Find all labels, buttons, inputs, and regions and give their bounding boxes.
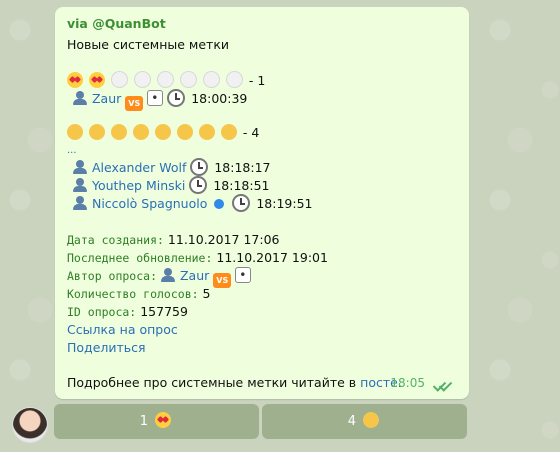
- vote-button-count: 4: [347, 414, 357, 429]
- updated-label: Последнее обновление:: [67, 251, 213, 265]
- thinking-face-icon: [220, 124, 237, 140]
- voter-name[interactable]: Zaur: [92, 91, 121, 106]
- footer-row: Подробнее про системные метки читайте в …: [67, 374, 402, 392]
- apple-icon: [214, 199, 225, 209]
- share-link[interactable]: Поделиться: [67, 339, 146, 357]
- thinking-face-icon: [132, 124, 149, 140]
- vote-button-heart[interactable]: 1: [54, 404, 259, 439]
- thinking-face-icon: [110, 124, 127, 140]
- votes-value: 5: [202, 286, 211, 301]
- thinking-face-icon: [198, 124, 215, 140]
- user-icon: [73, 196, 87, 210]
- id-row: ID опроса: 157759: [67, 303, 188, 321]
- updated-row: Последнее обновление: 11.10.2017 19:01: [67, 249, 328, 267]
- die-icon: [235, 266, 252, 284]
- vote-time: 18:18:51: [213, 178, 270, 193]
- voter-name[interactable]: Niccolò Spagnuolo: [92, 196, 207, 211]
- updated-value: 11.10.2017 19:01: [216, 250, 328, 265]
- thinking-face-icon: [154, 124, 171, 140]
- avatar[interactable]: [12, 407, 48, 443]
- vs-icon: VS: [213, 273, 232, 288]
- poll-row-1-voter: Zaur VS 18:00:39: [73, 89, 247, 111]
- vs-icon: VS: [125, 96, 144, 111]
- message-bubble: via @QuanBot Новые системные метки - 1 Z…: [55, 7, 469, 399]
- thinking-face-icon: [176, 124, 193, 140]
- white-circle-icon: [225, 71, 243, 88]
- white-circle-icon: [156, 71, 174, 88]
- white-circle-icon: [110, 71, 128, 88]
- user-icon: [73, 91, 87, 105]
- id-value: 157759: [140, 304, 188, 319]
- poll-row-2-count: - 4: [242, 125, 260, 140]
- vote-button-count: 1: [139, 414, 149, 429]
- clock-icon: [232, 194, 251, 212]
- white-circle-icon: [133, 71, 151, 88]
- vote-time: 18:18:17: [214, 160, 271, 175]
- poll-link[interactable]: Ссылка на опрос: [67, 321, 178, 339]
- vote-button-thinking[interactable]: 4: [262, 404, 467, 439]
- vote-time: 18:19:51: [256, 196, 313, 211]
- poll-row-1: - 1: [67, 71, 265, 90]
- message-time: 18:05: [390, 376, 425, 390]
- author-label: Автор опроса:: [67, 269, 158, 283]
- thinking-face-icon: [363, 412, 380, 428]
- created-value: 11.10.2017 17:06: [167, 232, 280, 247]
- die-icon: [147, 89, 164, 107]
- voter-row: Niccolò Spagnuolo 18:19:51: [73, 194, 312, 213]
- white-circle-icon: [179, 71, 197, 88]
- user-icon: [73, 178, 87, 192]
- thinking-face-icon: [88, 124, 105, 140]
- thinking-face-icon: [67, 124, 83, 140]
- white-circle-icon: [202, 71, 220, 88]
- created-row: Дата создания: 11.10.2017 17:06: [67, 231, 280, 249]
- user-icon: [161, 268, 175, 282]
- clock-icon: [167, 89, 186, 107]
- clock-icon: [190, 158, 209, 176]
- voter-name[interactable]: Youthep Minski: [92, 178, 185, 193]
- voter-row: Alexander Wolf 18:18:17: [73, 158, 270, 177]
- heart-eyes-icon: [88, 72, 105, 88]
- voter-row: Youthep Minski 18:18:51: [73, 176, 269, 195]
- user-icon: [73, 160, 87, 174]
- heart-eyes-icon: [155, 412, 172, 428]
- vote-time: 18:00:39: [191, 91, 248, 106]
- votes-row: Количество голосов: 5: [67, 285, 211, 303]
- message-title: Новые системные метки: [67, 37, 229, 52]
- clock-icon: [189, 176, 208, 194]
- author-name[interactable]: Zaur: [180, 268, 209, 283]
- poll-row-2: - 4: [67, 124, 259, 142]
- votes-label: Количество голосов:: [67, 287, 199, 301]
- double-check-icon: [435, 379, 453, 391]
- voter-name[interactable]: Alexander Wolf: [92, 160, 186, 175]
- created-label: Дата создания:: [67, 233, 164, 247]
- via-bot-label[interactable]: via @QuanBot: [67, 15, 166, 33]
- heart-eyes-icon: [67, 72, 83, 88]
- id-label: ID опроса:: [67, 305, 137, 319]
- footer-text: Подробнее про системные метки читайте в: [67, 375, 357, 390]
- poll-row-1-count: - 1: [248, 73, 266, 88]
